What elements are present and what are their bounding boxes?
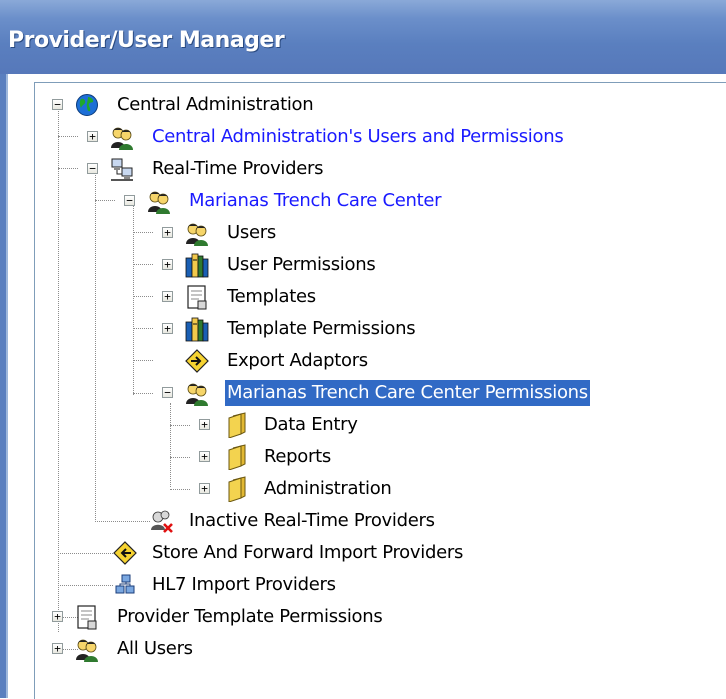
users-icon xyxy=(186,383,208,406)
tree-node-marianas-trench-care-center[interactable]: − Marianas Trench Care Center xyxy=(35,187,535,215)
node-label: User Permissions xyxy=(227,254,376,275)
collapse-toggle[interactable]: − xyxy=(52,99,63,110)
arrow-diamond-icon xyxy=(113,541,137,565)
tree-node-central-admin-users-permissions[interactable]: + Central Administration's Users and Per… xyxy=(35,123,635,151)
network-icon xyxy=(111,158,133,181)
folder-icon xyxy=(228,444,246,470)
node-label: Template Permissions xyxy=(227,318,416,339)
folder-icon xyxy=(228,412,246,438)
node-label: Marianas Trench Care Center Permissions xyxy=(225,380,590,406)
expand-toggle[interactable]: + xyxy=(87,131,98,142)
expand-toggle[interactable]: + xyxy=(162,291,173,302)
users-icon xyxy=(186,223,208,246)
node-label: Users xyxy=(227,222,276,243)
tree-node-marianas-trench-permissions[interactable]: − Marianas Trench Care Center Permission… xyxy=(35,379,655,407)
node-label: Store And Forward Import Providers xyxy=(152,542,464,563)
tree-node-template-permissions[interactable]: + Template Permissions xyxy=(35,315,485,343)
hl7-icon xyxy=(115,574,135,594)
window-title: Provider/User Manager xyxy=(8,28,285,53)
node-label: Reports xyxy=(264,446,331,467)
node-label: Inactive Real-Time Providers xyxy=(189,510,435,531)
folder-icon xyxy=(228,476,246,502)
expand-toggle[interactable]: + xyxy=(162,227,173,238)
tree-node-user-permissions[interactable]: + User Permissions xyxy=(35,251,435,279)
collapse-toggle[interactable]: − xyxy=(87,163,98,174)
books-icon xyxy=(185,253,209,278)
provider-user-manager-window: Provider/User Manager − Central Administ… xyxy=(0,0,726,699)
collapse-toggle[interactable]: − xyxy=(162,387,173,398)
inactive-users-icon xyxy=(151,510,173,533)
users-icon xyxy=(76,639,98,662)
title-bar[interactable]: Provider/User Manager xyxy=(0,0,726,74)
node-label: Provider Template Permissions xyxy=(117,606,383,627)
collapse-toggle[interactable]: − xyxy=(124,195,135,206)
arrow-diamond-icon xyxy=(185,349,209,373)
tree-node-real-time-providers[interactable]: − Real-Time Providers xyxy=(35,155,435,183)
expand-toggle[interactable]: + xyxy=(199,451,210,462)
books-icon xyxy=(185,317,209,342)
users-icon xyxy=(148,191,170,214)
expand-toggle[interactable]: + xyxy=(199,483,210,494)
tree-node-inactive-real-time-providers[interactable]: Inactive Real-Time Providers xyxy=(35,507,485,535)
tree-node-central-administration[interactable]: − Central Administration xyxy=(35,91,335,119)
expand-toggle[interactable]: + xyxy=(52,611,63,622)
node-label: Export Adaptors xyxy=(227,350,368,371)
document-icon xyxy=(187,285,207,310)
window-border-highlight xyxy=(6,74,8,698)
node-label: Central Administration's Users and Permi… xyxy=(152,126,564,147)
provider-tree[interactable]: − Central Administration + Central Admin… xyxy=(34,82,726,699)
tree-node-users[interactable]: + Users xyxy=(35,219,335,247)
node-label: Templates xyxy=(227,286,316,307)
expand-toggle[interactable]: + xyxy=(162,323,173,334)
node-label: All Users xyxy=(117,638,193,659)
node-label: Administration xyxy=(264,478,392,499)
expand-toggle[interactable]: + xyxy=(162,259,173,270)
tree-node-data-entry[interactable]: + Data Entry xyxy=(35,411,435,439)
tree-node-provider-template-permissions[interactable]: + Provider Template Permissions xyxy=(35,603,485,631)
globe-icon xyxy=(76,94,98,116)
users-icon xyxy=(111,127,133,150)
node-label: Central Administration xyxy=(117,94,314,115)
expand-toggle[interactable]: + xyxy=(52,643,63,654)
tree-node-all-users[interactable]: + All Users xyxy=(35,635,335,663)
tree-node-templates[interactable]: + Templates xyxy=(35,283,335,311)
node-label: Data Entry xyxy=(264,414,358,435)
node-label: Real-Time Providers xyxy=(152,158,324,179)
tree-node-export-adaptors[interactable]: Export Adaptors xyxy=(35,347,435,375)
tree-node-store-and-forward-import-providers[interactable]: Store And Forward Import Providers xyxy=(35,539,535,567)
expand-toggle[interactable]: + xyxy=(199,419,210,430)
node-label: Marianas Trench Care Center xyxy=(189,190,442,211)
tree-node-reports[interactable]: + Reports xyxy=(35,443,435,471)
tree-node-hl7-import-providers[interactable]: HL7 Import Providers xyxy=(35,571,435,599)
document-icon xyxy=(77,605,97,630)
tree-node-administration[interactable]: + Administration xyxy=(35,475,435,503)
node-label: HL7 Import Providers xyxy=(152,574,336,595)
